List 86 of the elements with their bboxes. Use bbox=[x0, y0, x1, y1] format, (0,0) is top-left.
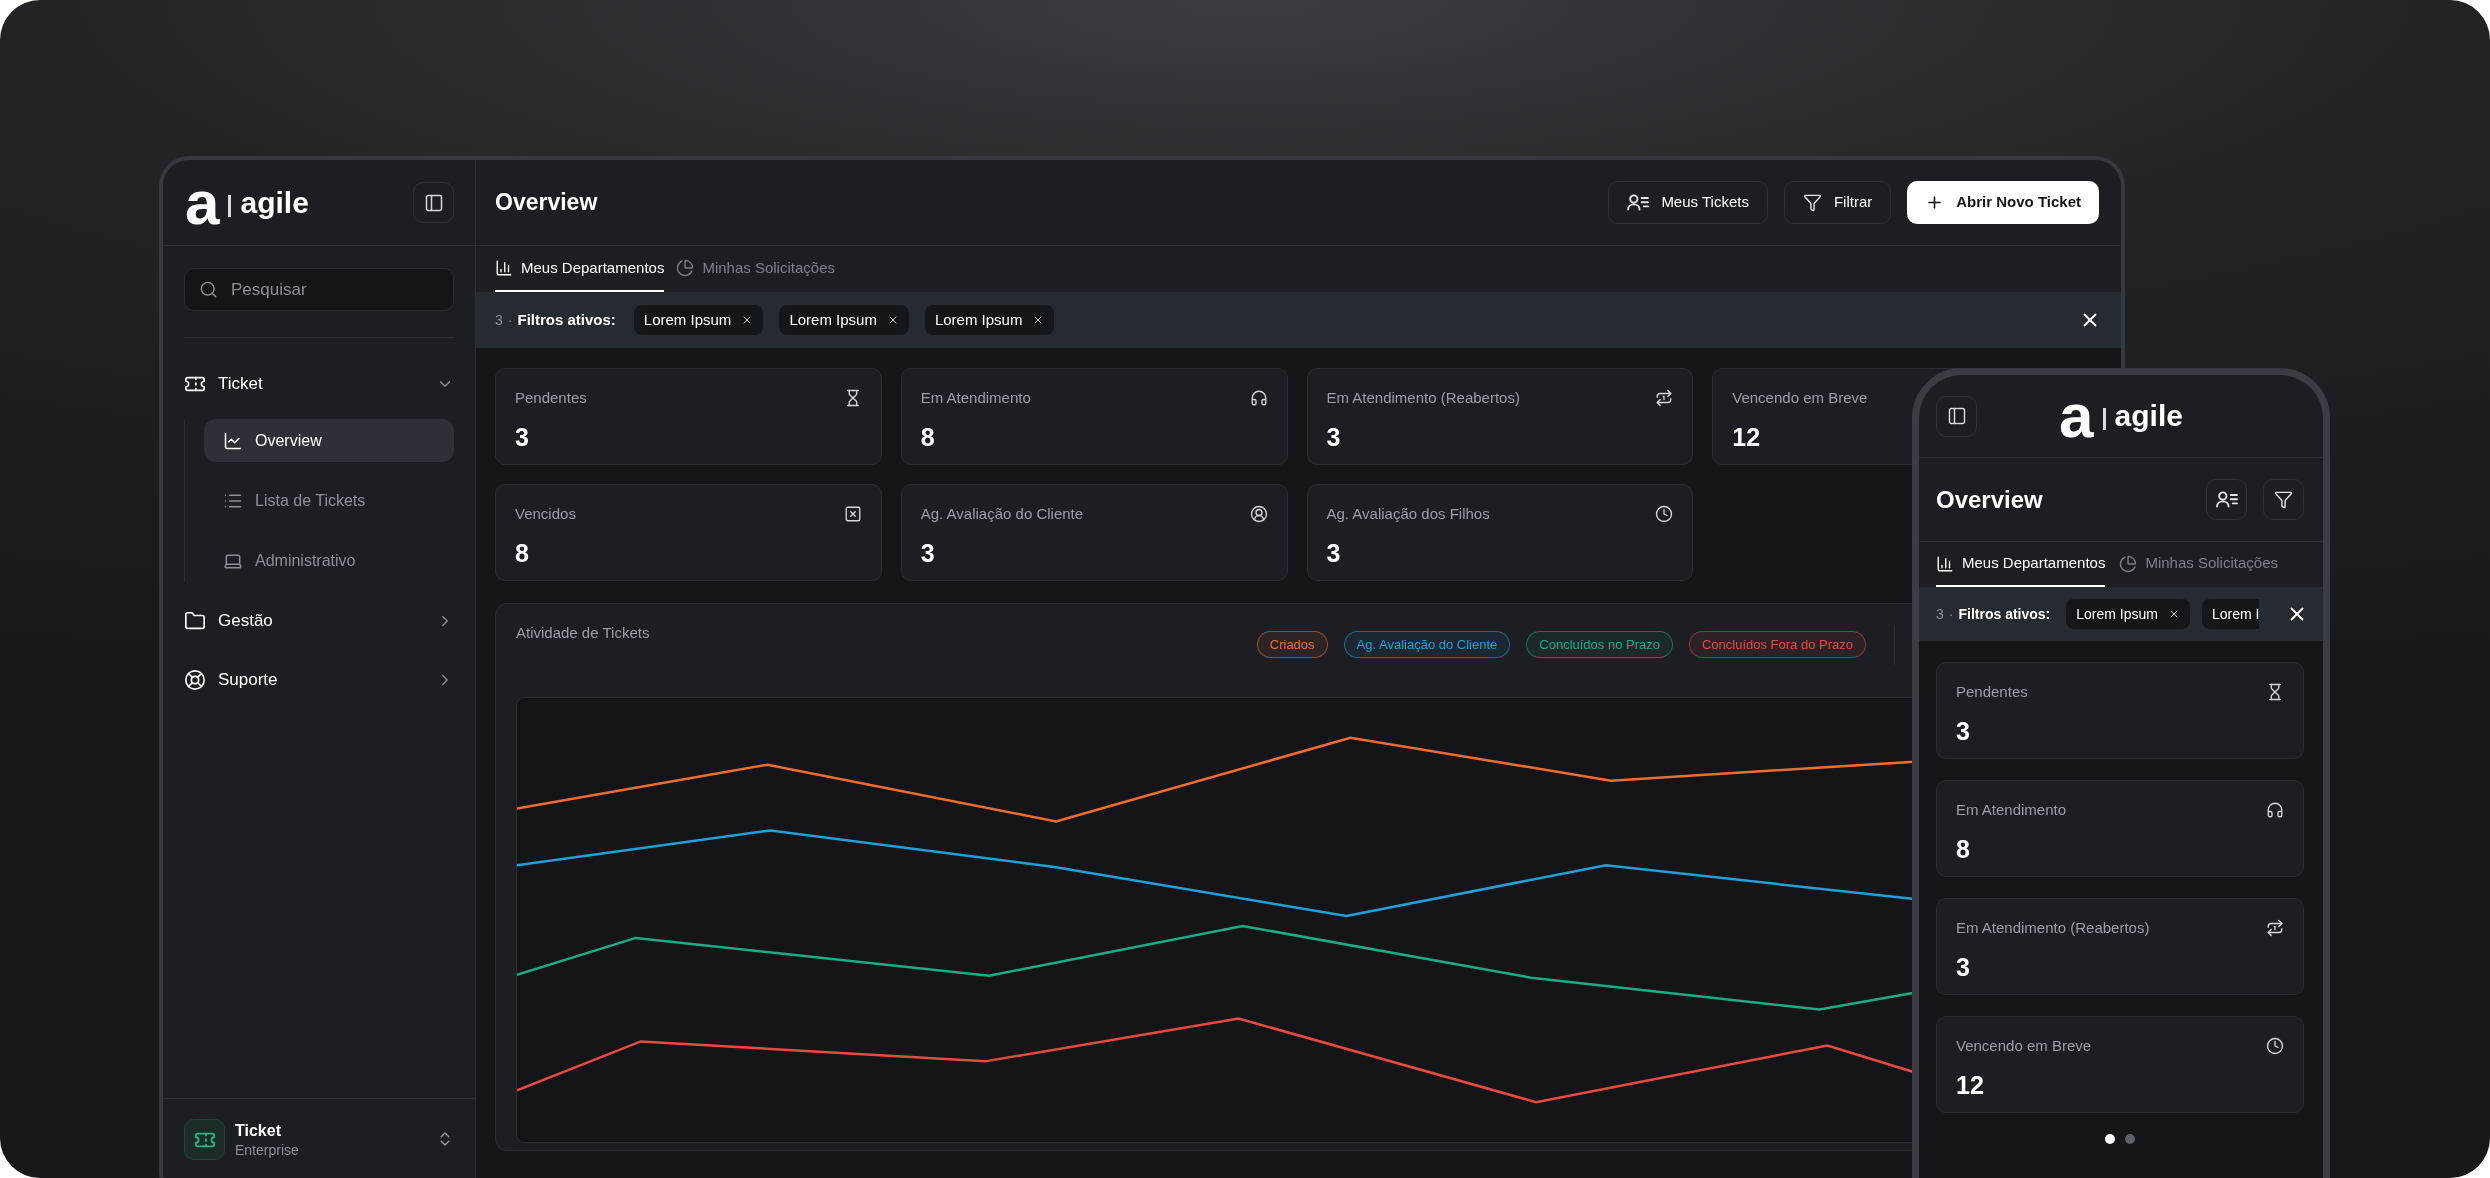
nav-item[interactable]: Lista de Tickets bbox=[204, 479, 454, 522]
stat-label: Em Atendimento (Reabertos) bbox=[1326, 388, 1520, 408]
filter-icon bbox=[1802, 193, 1822, 212]
stat-value: 3 bbox=[920, 538, 935, 568]
stat-value: 3 bbox=[1956, 952, 1970, 982]
user-list-icon bbox=[2215, 491, 2238, 508]
chart-title: Atividade de Tickets bbox=[516, 623, 650, 643]
stat-value: 3 bbox=[1326, 422, 1341, 452]
hourglass-icon bbox=[2266, 683, 2284, 701]
search-icon bbox=[199, 280, 218, 299]
filter-chip[interactable]: Lorem Ipsum bbox=[924, 305, 1055, 335]
workspace-name: Ticket bbox=[235, 1121, 282, 1141]
stat-value: 8 bbox=[515, 538, 529, 568]
sidebar-toggle-button[interactable] bbox=[413, 182, 454, 223]
stat-value: 8 bbox=[920, 422, 935, 452]
nav-item[interactable]: Suporte bbox=[184, 660, 454, 700]
line-chart-icon bbox=[223, 430, 243, 451]
x-square-icon bbox=[843, 505, 862, 523]
clock-icon bbox=[2266, 1037, 2284, 1055]
stat-label: Em Atendimento (Reabertos) bbox=[1956, 918, 2150, 938]
legend-chip[interactable]: Concluídos no Prazo bbox=[1526, 631, 1673, 658]
clock-icon bbox=[1655, 505, 1674, 523]
filter-button[interactable]: Filtrar bbox=[1783, 181, 1892, 224]
pie-chart-icon bbox=[2119, 554, 2138, 573]
my-tickets-button[interactable]: Meus Tickets bbox=[1608, 181, 1768, 224]
filter-label: Filtros ativos: bbox=[1958, 604, 2051, 624]
stat-label: Pendentes bbox=[1956, 682, 2028, 702]
page-title: Overview bbox=[1936, 484, 2043, 515]
workspace-plan: Enterprise bbox=[235, 1141, 299, 1159]
filter-chip[interactable]: Lorem I bbox=[2201, 599, 2260, 629]
panel-icon bbox=[1946, 406, 1967, 426]
nav-item[interactable]: Administrativo bbox=[204, 539, 454, 582]
separator: · bbox=[1948, 604, 1954, 624]
stat-label: Ag. Avaliação dos Filhos bbox=[1326, 504, 1490, 524]
stat-value: 12 bbox=[1956, 1070, 1984, 1100]
page-title: Overview bbox=[495, 188, 598, 218]
stat-label: Vencendo em Breve bbox=[1732, 388, 1868, 408]
logo-mark: a bbox=[185, 179, 220, 226]
bar-chart-icon bbox=[1936, 554, 1954, 573]
filter-chip[interactable]: Lorem Ipsum bbox=[779, 305, 909, 335]
user-circle-icon bbox=[1249, 505, 1268, 523]
filter-label: Filtros ativos: bbox=[517, 309, 616, 330]
panel-icon bbox=[423, 192, 444, 213]
nav-item[interactable]: Gestão bbox=[184, 601, 454, 641]
stat-label: Vencendo em Breve bbox=[1956, 1036, 2092, 1056]
stat-value: 3 bbox=[1326, 538, 1341, 568]
repeat-icon bbox=[1655, 389, 1674, 407]
new-ticket-button[interactable]: Abrir Novo Ticket bbox=[1907, 181, 2099, 224]
tab[interactable]: Minhas Solicitações bbox=[676, 246, 835, 292]
headphones-icon bbox=[2266, 801, 2284, 819]
filter-count: 3 bbox=[495, 310, 503, 330]
filter-count: 3 bbox=[1936, 604, 1944, 624]
pie-chart-icon bbox=[676, 259, 695, 277]
filter-chip[interactable]: Lorem Ipsum bbox=[633, 305, 764, 335]
tab[interactable]: Minhas Solicitações bbox=[2119, 542, 2278, 587]
filter-button[interactable] bbox=[2263, 479, 2304, 520]
bar-chart-icon bbox=[495, 259, 513, 277]
stat-label: Vencidos bbox=[515, 504, 576, 524]
stat-label: Em Atendimento bbox=[1956, 800, 2067, 820]
ticket-icon bbox=[184, 1119, 225, 1160]
logo-text: agile bbox=[240, 184, 309, 221]
folder-icon bbox=[184, 610, 206, 632]
filter-icon bbox=[2274, 490, 2293, 509]
logo-mark: a bbox=[2059, 393, 2094, 439]
logo-text: agile bbox=[2114, 398, 2183, 434]
stat-value: 3 bbox=[515, 422, 529, 452]
user-list-icon bbox=[1627, 194, 1650, 211]
stat-label: Pendentes bbox=[515, 388, 587, 408]
nav-item[interactable]: Overview bbox=[204, 419, 454, 462]
separator: · bbox=[507, 310, 513, 330]
legend-chip[interactable]: Ag. Avaliação do Cliente bbox=[1343, 631, 1511, 658]
repeat-icon bbox=[2266, 919, 2284, 937]
headphones-icon bbox=[1249, 389, 1268, 407]
stat-label: Ag. Avaliação do Cliente bbox=[920, 504, 1084, 524]
nav-item[interactable]: Ticket bbox=[184, 364, 454, 404]
stat-value: 12 bbox=[1732, 422, 1761, 452]
search-field[interactable]: Pesquisar bbox=[184, 268, 454, 311]
sidebar-toggle-button[interactable] bbox=[1936, 395, 1977, 437]
my-tickets-button[interactable] bbox=[2206, 479, 2247, 520]
filter-chip[interactable]: Lorem Ipsum bbox=[2066, 599, 2190, 629]
stat-value: 8 bbox=[1956, 834, 1970, 864]
legend-chip[interactable]: Concluídos Fora do Prazo bbox=[1688, 631, 1866, 658]
legend-chip[interactable]: Criados bbox=[1256, 631, 1328, 658]
stat-value: 3 bbox=[1956, 716, 1970, 746]
life-buoy-icon bbox=[184, 669, 206, 691]
stat-label: Em Atendimento bbox=[920, 388, 1031, 408]
